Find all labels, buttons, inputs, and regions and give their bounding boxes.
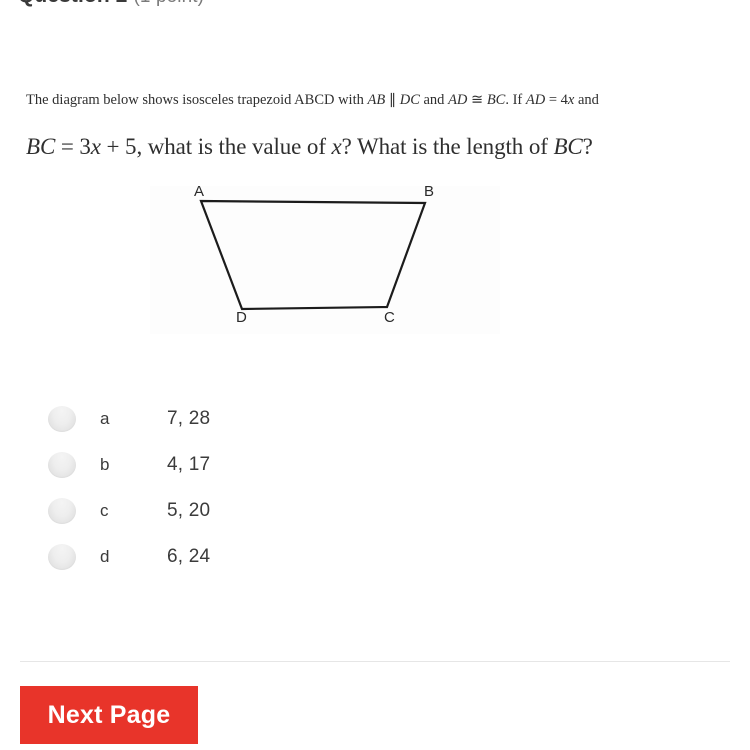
math-x-2: x	[90, 134, 101, 159]
vertex-label-c: C	[384, 309, 395, 326]
math-x-3: x	[331, 134, 342, 159]
stem-text: The diagram below shows isosceles trapez…	[26, 92, 368, 108]
question-stem-line-1: The diagram below shows isosceles trapez…	[26, 90, 736, 110]
stem-text: + 5, what is the value of	[100, 134, 332, 159]
stem-text: ∥	[385, 92, 400, 108]
stem-text: and	[419, 92, 449, 108]
math-ad: AD	[448, 92, 468, 108]
question-stem: The diagram below shows isosceles trapez…	[26, 90, 736, 164]
option-letter-a: a	[100, 409, 110, 428]
option-value-a: 7, 28	[167, 408, 211, 429]
trapezoid-figure: A B C D	[150, 186, 500, 334]
math-dc: DC	[399, 92, 420, 108]
footer-divider	[20, 661, 730, 662]
math-bc-4: BC	[553, 134, 583, 159]
stem-text: ?	[582, 134, 593, 159]
question-header: Question 2 (1 point)	[18, 0, 204, 8]
option-row-a[interactable]: a 7, 28	[48, 396, 348, 442]
option-row-d[interactable]: d 6, 24	[48, 534, 348, 580]
trapezoid-shape	[199, 199, 427, 311]
option-row-b[interactable]: b 4, 17	[48, 442, 348, 488]
math-bc: BC	[486, 92, 506, 108]
radio-button-d[interactable]	[48, 544, 76, 570]
stem-text: and	[574, 92, 599, 108]
question-points: (1 point)	[133, 0, 204, 7]
option-value-b: 4, 17	[167, 454, 211, 475]
question-stem-line-2: BC = 3x + 5, what is the value of x? Wha…	[26, 130, 736, 164]
stem-text: ≅	[467, 92, 487, 108]
math-bc-3: BC	[26, 134, 56, 159]
option-value-d: 6, 24	[167, 546, 211, 567]
option-letter-d: d	[100, 547, 110, 566]
math-ad-2: AD	[525, 92, 546, 108]
question-number: Question 2	[18, 0, 128, 7]
stem-text: = 4	[545, 92, 568, 108]
option-letter-c: c	[100, 501, 109, 520]
radio-button-b[interactable]	[48, 452, 76, 478]
stem-text: ? What is the length of	[341, 134, 554, 159]
vertex-label-d: D	[236, 309, 247, 326]
trapezoid-svg: A B C D	[194, 186, 434, 326]
radio-button-a[interactable]	[48, 406, 76, 432]
stem-text: . If	[505, 92, 526, 108]
option-value-c: 5, 20	[167, 500, 211, 521]
math-ab: AB	[367, 92, 386, 108]
next-page-button[interactable]: Next Page	[20, 686, 198, 744]
stem-text: = 3	[55, 134, 91, 159]
vertex-label-a: A	[194, 186, 204, 200]
vertex-label-b: B	[424, 186, 434, 200]
vertex-labels: A B C D	[194, 186, 434, 326]
option-row-c[interactable]: c 5, 20	[48, 488, 348, 534]
answer-options-list: a 7, 28 b 4, 17 c 5, 20 d 6, 24	[48, 396, 348, 580]
option-letter-b: b	[100, 455, 110, 474]
radio-button-c[interactable]	[48, 498, 76, 524]
